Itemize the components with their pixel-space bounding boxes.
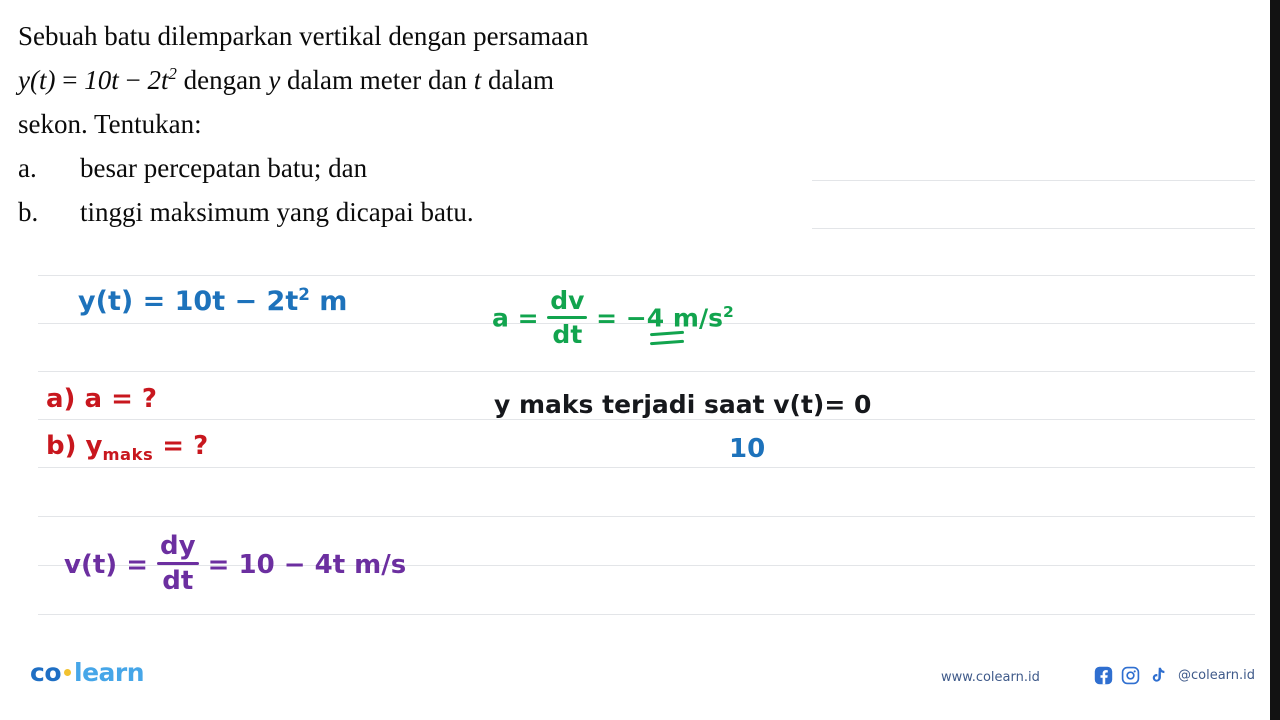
question-item-a: a. besar percepatan batu; dan (18, 146, 818, 190)
colearn-logo[interactable]: co learn (30, 658, 145, 687)
position-equation-unit: m (319, 286, 348, 317)
logo-text-co: co (30, 658, 62, 687)
question-item-a-text: besar percepatan batu; dan (80, 153, 368, 183)
acceleration-fraction-denominator: dt (552, 320, 583, 349)
ask-b-subscript: maks (102, 445, 154, 465)
rule-line (38, 516, 1255, 517)
formula-term-1: 10t (84, 65, 119, 95)
question-item-b-label: b. (18, 197, 39, 227)
tiktok-icon[interactable] (1148, 666, 1167, 685)
facebook-icon[interactable] (1094, 666, 1113, 685)
position-equation-rhs: 10t − 2t (174, 286, 299, 317)
question-item-a-label: a. (18, 153, 37, 183)
handwritten-ask-a: a) a = ? (46, 384, 157, 414)
rule-line (38, 467, 1255, 468)
handwritten-velocity-equation: v(t) = dy dt = 10 − 4t m/s (64, 531, 407, 598)
velocity-rhs: 10 − 4t m/s (238, 550, 407, 580)
question-block: Sebuah batu dilemparkan vertikal dengan … (18, 14, 818, 234)
rule-line (38, 275, 1255, 276)
rule-line (38, 419, 1255, 420)
question-line-2: y(t) = 10t − 2t2 dengan y dalam meter da… (18, 58, 818, 102)
velocity-equals: = (207, 550, 230, 580)
acceleration-fraction-bar (547, 316, 588, 319)
right-margin-strip (1270, 0, 1280, 720)
question-item-b-text: tinggi maksimum yang dicapai batu. (80, 197, 474, 227)
formula-exponent: 2 (168, 64, 177, 83)
acceleration-fraction: dv dt (547, 286, 588, 349)
rule-line (812, 228, 1255, 229)
acceleration-value: −4 (625, 303, 665, 333)
formula-minus: − (125, 65, 141, 95)
acceleration-unit-exponent: 2 (722, 303, 734, 322)
logo-dot-icon (64, 668, 71, 676)
formula-term-2: 2t (147, 65, 169, 95)
acceleration-unit: m/s (672, 303, 723, 333)
acceleration-answer-double-underline (649, 330, 685, 346)
formula-text-end: dalam (481, 65, 554, 95)
handwritten-condition-note: y maks terjadi saat v(t)= 0 (494, 390, 872, 419)
formula-text-dengan: dengan (176, 65, 269, 95)
rule-line (38, 371, 1255, 372)
rule-line (812, 180, 1255, 181)
acceleration-equals: = (596, 303, 618, 333)
footer-social-links: @colearn.id (1094, 666, 1255, 685)
formula-text-middle: dalam meter dan (280, 65, 474, 95)
handwritten-position-equation: y(t) = 10t − 2t2 m (78, 286, 347, 317)
worksheet-page: Sebuah batu dilemparkan vertikal dengan … (0, 0, 1280, 720)
velocity-fraction-denominator: dt (162, 566, 194, 596)
acceleration-lead: a = (492, 303, 539, 333)
velocity-fraction: dy dt (157, 531, 199, 596)
footer-social-handle[interactable]: @colearn.id (1178, 668, 1255, 683)
question-item-b: b. tinggi maksimum yang dicapai batu. (18, 190, 818, 234)
formula-equals: = (62, 65, 78, 95)
handwritten-blue-ten: 10 (729, 434, 766, 464)
logo-text-learn: learn (74, 658, 145, 687)
ask-b-suffix: = ? (162, 431, 209, 461)
ask-b-prefix: b) y (46, 431, 103, 461)
formula-var-y: y (268, 65, 281, 95)
footer-website-url[interactable]: www.colearn.id (941, 670, 1040, 685)
question-line-3: sekon. Tentukan: (18, 109, 202, 139)
velocity-lhs: v(t) = (64, 550, 148, 580)
handwritten-acceleration-equation: a = dv dt = −4 m/s2 (492, 286, 734, 351)
handwritten-ask-b: b) ymaks = ? (46, 431, 209, 465)
position-equation-exponent: 2 (298, 284, 310, 304)
velocity-fraction-bar (157, 562, 199, 565)
acceleration-fraction-numerator: dv (550, 286, 585, 315)
velocity-fraction-numerator: dy (160, 531, 196, 561)
question-line-1: Sebuah batu dilemparkan vertikal dengan … (18, 21, 589, 51)
formula-function-label: y(t) (18, 65, 56, 95)
position-equation-lhs: y(t) = (78, 286, 166, 317)
rule-line (38, 614, 1255, 615)
instagram-icon[interactable] (1121, 666, 1140, 685)
